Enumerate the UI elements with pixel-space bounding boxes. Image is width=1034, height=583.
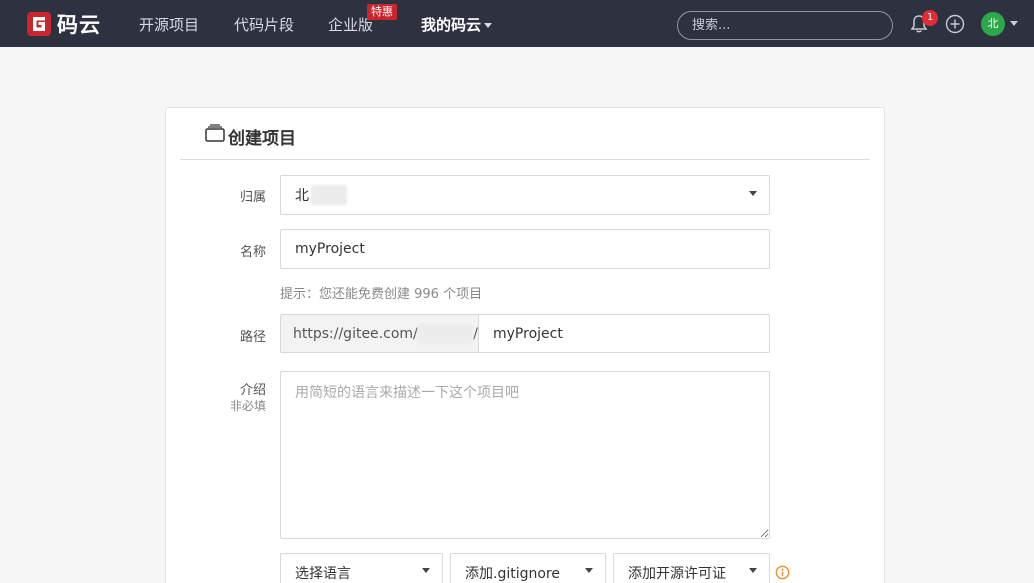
- promo-badge: 特惠: [367, 4, 397, 20]
- card-header: 创建项目: [180, 108, 870, 160]
- search-input[interactable]: [677, 11, 893, 40]
- owner-chevron-down-icon[interactable]: [749, 191, 757, 196]
- repository-icon: [205, 124, 225, 142]
- project-name-input[interactable]: myProject: [280, 229, 770, 269]
- redacted-owner-mask: [311, 185, 347, 205]
- notification-count-badge: 1: [922, 10, 938, 26]
- gitignore-select-label: 添加.gitignore: [465, 566, 560, 582]
- gitee-logo-icon: [27, 12, 51, 36]
- language-chevron-down-icon[interactable]: [422, 568, 430, 573]
- license-select-label: 添加开源许可证: [628, 566, 726, 582]
- owner-value: 北: [295, 188, 309, 204]
- project-path-value: myProject: [493, 325, 563, 342]
- redacted-namespace-mask: [417, 323, 474, 344]
- user-avatar[interactable]: 北: [981, 12, 1005, 36]
- owner-select[interactable]: 北: [280, 175, 770, 215]
- path-prefix: https://gitee.com/ /: [280, 314, 478, 353]
- name-label: 名称: [239, 245, 266, 260]
- gitignore-select[interactable]: 添加.gitignore: [450, 553, 606, 583]
- language-select-label: 选择语言: [295, 566, 351, 582]
- description-textarea[interactable]: [280, 371, 770, 539]
- project-name-value: myProject: [295, 241, 365, 257]
- avatar-chevron-down-icon[interactable]: [1010, 21, 1018, 26]
- chevron-down-icon: [484, 23, 493, 28]
- nav-my-gitee[interactable]: 我的码云: [421, 14, 493, 35]
- language-select[interactable]: 选择语言: [280, 553, 443, 583]
- nav-my-gitee-label: 我的码云: [421, 16, 482, 34]
- top-navbar: 码云 开源项目 代码片段 企业版 特惠 我的码云 1 北: [0, 0, 1034, 47]
- nav-open-source[interactable]: 开源项目: [139, 14, 199, 35]
- nav-code-snippets[interactable]: 代码片段: [234, 14, 294, 35]
- intro-label: 介绍: [239, 383, 266, 398]
- license-select[interactable]: 添加开源许可证: [613, 553, 770, 583]
- path-prefix-url: https://gitee.com/: [293, 325, 418, 342]
- add-plus-icon[interactable]: [945, 14, 965, 34]
- logo-text: 码云: [57, 13, 101, 37]
- project-path-input[interactable]: myProject: [478, 314, 770, 353]
- path-label: 路径: [239, 330, 266, 345]
- logo[interactable]: 码云: [27, 11, 101, 37]
- owner-label: 归属: [239, 190, 266, 205]
- license-chevron-down-icon[interactable]: [749, 568, 757, 573]
- gitignore-chevron-down-icon[interactable]: [585, 568, 593, 573]
- info-icon[interactable]: [775, 565, 790, 580]
- quota-hint: 提示：您还能免费创建 996 个项目: [280, 287, 483, 302]
- intro-optional-label: 非必填: [229, 399, 266, 413]
- page-title: 创建项目: [228, 129, 296, 149]
